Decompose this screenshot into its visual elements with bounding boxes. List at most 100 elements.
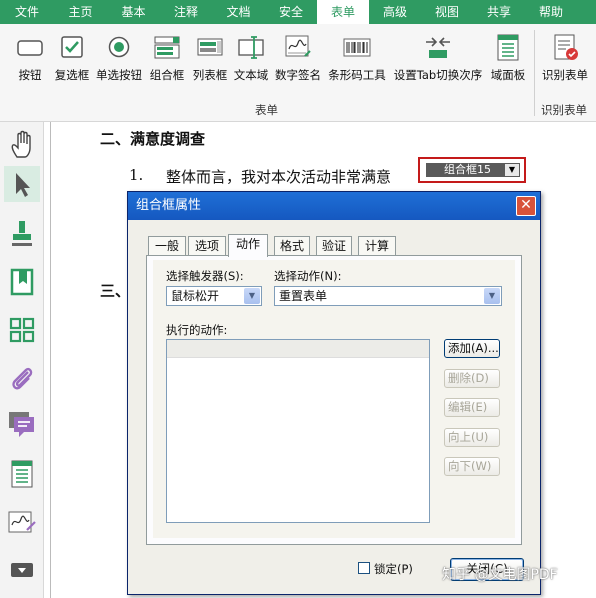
ribbon: 按钮 复选框 单选按钮 组合框 列表框 文本域 数字签名 条形码工具 设置Tab… xyxy=(0,24,596,122)
dialog-title: 组合框属性 xyxy=(136,198,202,213)
section-heading-2: 二、满意度调查 xyxy=(100,130,206,148)
dialog-close-button[interactable]: ✕ xyxy=(516,196,536,216)
tab-options[interactable]: 选项 xyxy=(188,236,226,256)
tool-radio-button[interactable]: 单选按钮 xyxy=(95,32,143,88)
tool-tab-order[interactable]: 设置Tab切换次序 xyxy=(390,32,486,88)
edit-action-button[interactable]: 编辑(E) xyxy=(444,398,500,417)
chevron-down-icon: ▼ xyxy=(244,288,260,304)
comment-icon xyxy=(9,412,34,437)
hand-icon xyxy=(11,130,31,158)
tool-label: 识别表单 xyxy=(542,68,588,82)
menu-tab-comment[interactable]: 注释 xyxy=(160,0,212,24)
item-text: 整体而言，我对本次活动非常满意 xyxy=(166,168,392,186)
combo-box-properties-dialog: 组合框属性 ✕ 一般 选项 动作 格式 验证 计算 选择触发器(S): 鼠标松开… xyxy=(127,191,541,595)
lock-label: 锁定(P) xyxy=(374,562,413,576)
select-tool[interactable] xyxy=(4,166,40,202)
tool-label: 按钮 xyxy=(18,68,42,82)
signature-tool[interactable] xyxy=(4,504,40,540)
action-label: 选择动作(N): xyxy=(274,269,342,283)
tool-list-box[interactable]: 列表框 xyxy=(190,32,230,88)
tool-combo-box[interactable]: 组合框 xyxy=(147,32,187,88)
executed-actions-label: 执行的动作: xyxy=(166,323,228,337)
watermark: 知乎 @文电图PDF xyxy=(442,567,558,583)
trigger-select-value: 鼠标松开 xyxy=(171,289,220,303)
form-fields-tool[interactable] xyxy=(4,456,40,492)
select-arrow-icon xyxy=(16,173,30,197)
tab-actions[interactable]: 动作 xyxy=(228,234,268,257)
menu-bar: 文件 主页 基本 注释 文档 安全 表单 高级 视图 共享 帮助 xyxy=(0,0,596,24)
menu-tab-file[interactable]: 文件 xyxy=(0,0,54,24)
tool-button[interactable]: 按钮 xyxy=(14,32,46,88)
actions-list-header xyxy=(167,340,429,358)
tool-checkbox[interactable]: 复选框 xyxy=(52,32,92,88)
more-icon xyxy=(11,563,33,577)
menu-tab-share[interactable]: 共享 xyxy=(473,0,525,24)
thumbnails-tool[interactable] xyxy=(4,312,40,348)
tool-label: 数字签名 xyxy=(275,68,321,82)
stamp-tool[interactable] xyxy=(4,215,40,251)
combo-box-field-15[interactable]: 组合框15 ▼ xyxy=(418,157,526,183)
bookmark-tool[interactable] xyxy=(4,264,40,300)
menu-tab-security[interactable]: 安全 xyxy=(265,0,317,24)
radio-button-icon xyxy=(108,36,130,58)
tab-format[interactable]: 格式 xyxy=(274,236,310,256)
move-down-button[interactable]: 向下(W) xyxy=(444,457,500,476)
signature-icon xyxy=(8,511,36,533)
menu-tab-advanced[interactable]: 高级 xyxy=(369,0,421,24)
tool-field-panel[interactable]: 域面板 xyxy=(488,32,528,88)
menu-tab-basic[interactable]: 基本 xyxy=(107,0,160,24)
action-select[interactable]: 重置表单 ▼ xyxy=(274,286,502,306)
bookmark-icon xyxy=(10,268,34,296)
digital-signature-icon xyxy=(285,35,311,57)
tool-text-field[interactable]: 文本域 xyxy=(231,32,271,88)
ribbon-group-label: 表单 xyxy=(255,103,278,117)
combo-box-field-label: 组合框15 xyxy=(444,163,491,176)
tool-label: 列表框 xyxy=(192,68,228,82)
tool-label: 条形码工具 xyxy=(328,68,386,82)
add-action-button[interactable]: 添加(A)... xyxy=(444,339,500,358)
more-tools[interactable] xyxy=(4,552,40,588)
ribbon-separator xyxy=(534,30,535,116)
menu-tab-form[interactable]: 表单 xyxy=(317,0,369,24)
left-toolbar xyxy=(0,122,44,598)
chevron-down-icon: ▼ xyxy=(484,288,500,304)
dialog-titlebar: 组合框属性 xyxy=(128,192,540,220)
tool-barcode[interactable]: 条形码工具 xyxy=(326,32,388,88)
tool-digital-signature[interactable]: 数字签名 xyxy=(272,32,324,88)
stamp-icon xyxy=(12,221,32,246)
lock-checkbox[interactable] xyxy=(358,562,370,574)
delete-action-button[interactable]: 删除(D) xyxy=(444,369,500,388)
tool-label: 复选框 xyxy=(54,68,90,82)
button-icon xyxy=(17,40,43,56)
tool-label: 单选按钮 xyxy=(96,68,142,82)
tab-validate[interactable]: 验证 xyxy=(316,236,352,256)
tab-general[interactable]: 一般 xyxy=(148,236,186,256)
item-number: 1. xyxy=(129,166,144,184)
trigger-select[interactable]: 鼠标松开 ▼ xyxy=(166,286,262,306)
ribbon-group-label: 识别表单 xyxy=(541,103,587,117)
page-edge xyxy=(50,122,51,598)
tab-order-icon xyxy=(426,37,450,58)
barcode-icon xyxy=(343,38,371,57)
text-field-icon xyxy=(238,36,264,59)
menu-tab-document[interactable]: 文档 xyxy=(212,0,265,24)
executed-actions-list[interactable] xyxy=(166,339,430,523)
move-up-button[interactable]: 向上(U) xyxy=(444,428,500,447)
menu-tab-help[interactable]: 帮助 xyxy=(525,0,577,24)
tool-label: 文本域 xyxy=(233,68,269,82)
tab-calculate[interactable]: 计算 xyxy=(358,236,396,256)
combo-box-field-inner: 组合框15 ▼ xyxy=(426,163,520,177)
tool-label: 设置Tab切换次序 xyxy=(393,68,483,82)
trigger-label: 选择触发器(S): xyxy=(166,269,244,283)
hand-tool[interactable] xyxy=(4,126,40,162)
form-fields-icon xyxy=(11,460,33,488)
menu-tab-view[interactable]: 视图 xyxy=(421,0,473,24)
tool-recognize-form[interactable]: 识别表单 xyxy=(538,32,592,88)
attachment-tool[interactable] xyxy=(4,360,40,396)
recognize-form-icon xyxy=(554,34,578,60)
thumbnails-icon xyxy=(9,317,35,343)
menu-tab-home[interactable]: 主页 xyxy=(54,0,107,24)
list-box-icon xyxy=(197,38,223,56)
comment-tool[interactable] xyxy=(4,406,40,442)
attachment-icon xyxy=(12,367,33,390)
